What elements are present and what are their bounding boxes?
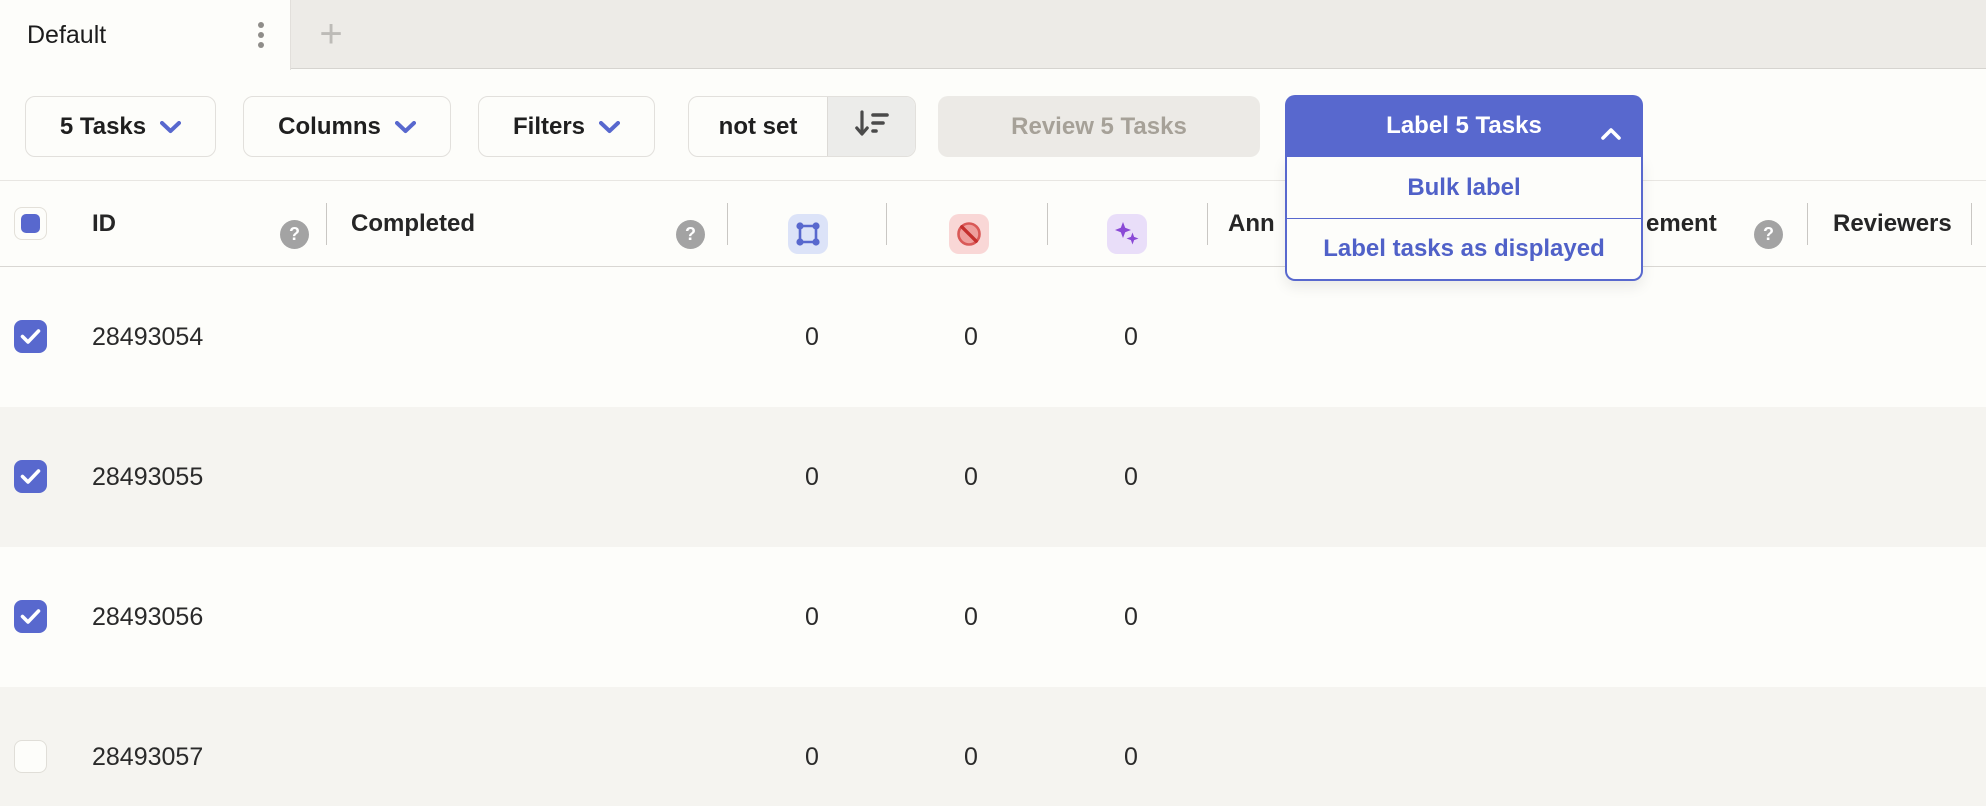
task-id: 28493054 (92, 267, 203, 407)
label-tasks-as-displayed-text: Label tasks as displayed (1323, 235, 1604, 263)
column-header-annotated-by[interactable]: Ann (1228, 181, 1275, 267)
cancelled-count: 0 (949, 407, 993, 547)
cancelled-count: 0 (949, 687, 993, 806)
label-tasks-button[interactable]: Label 5 Tasks (1285, 95, 1643, 157)
completed-help-icon[interactable]: ? (676, 220, 705, 249)
predictions-column-icon[interactable] (1107, 214, 1147, 254)
columns-label: Columns (278, 113, 381, 141)
add-tab-button[interactable]: + (300, 8, 362, 60)
tasks-count-dropdown[interactable]: 5 Tasks (25, 96, 216, 157)
id-help-icon[interactable]: ? (280, 220, 309, 249)
column-divider[interactable] (1047, 203, 1048, 245)
chevron-down-icon (599, 113, 620, 141)
predictions-count: 0 (1109, 687, 1153, 806)
review-tasks-button[interactable]: Review 5 Tasks (938, 96, 1260, 157)
chevron-down-icon (395, 113, 416, 141)
column-divider[interactable] (727, 203, 728, 245)
table-row[interactable]: 28493057 0 0 0 (0, 687, 1986, 806)
tab-bar: Default + (0, 0, 1986, 69)
row-checkbox-checked[interactable] (14, 600, 47, 633)
row-checkbox-checked[interactable] (14, 460, 47, 493)
check-icon (20, 468, 41, 485)
annotations-count: 0 (790, 547, 834, 687)
predictions-count: 0 (1109, 547, 1153, 687)
columns-dropdown[interactable]: Columns (243, 96, 451, 157)
tab-default-label: Default (27, 21, 106, 50)
task-id: 28493057 (92, 687, 203, 806)
tab-default[interactable]: Default (0, 0, 291, 70)
cancelled-count: 0 (949, 547, 993, 687)
data-manager: Default + 5 Tasks Columns Filters not se… (0, 0, 1986, 806)
row-checkbox-unchecked[interactable] (14, 740, 47, 773)
label-tasks-label: Label 5 Tasks (1386, 112, 1542, 140)
menu-item-label-tasks-as-displayed[interactable]: Label tasks as displayed (1287, 218, 1641, 279)
column-divider[interactable] (1971, 203, 1972, 245)
column-divider[interactable] (1807, 203, 1808, 245)
ordering-value-label: not set (719, 113, 798, 141)
filters-label: Filters (513, 113, 585, 141)
annotations-count: 0 (790, 687, 834, 806)
task-id: 28493055 (92, 407, 203, 547)
cancelled-column-icon[interactable] (949, 214, 989, 254)
table-row[interactable]: 28493056 0 0 0 (0, 547, 1986, 687)
filters-dropdown[interactable]: Filters (478, 96, 655, 157)
column-divider[interactable] (326, 203, 327, 245)
check-icon (20, 328, 41, 345)
annotations-column-icon[interactable] (788, 214, 828, 254)
tasks-count-label: 5 Tasks (60, 113, 146, 141)
cancelled-count: 0 (949, 267, 993, 407)
sort-direction-button[interactable] (827, 97, 915, 156)
sparkles-icon (1113, 220, 1141, 248)
plus-icon: + (319, 12, 342, 57)
annotations-count: 0 (790, 407, 834, 547)
menu-item-bulk-label[interactable]: Bulk label (1287, 157, 1641, 218)
agreement-help-icon[interactable]: ? (1754, 220, 1783, 249)
column-header-completed[interactable]: Completed (351, 181, 475, 267)
column-divider[interactable] (886, 203, 887, 245)
ordering-control: not set (688, 96, 916, 157)
bounding-box-icon (795, 221, 821, 247)
select-all-checkbox[interactable] (14, 207, 47, 240)
sort-descending-icon (855, 109, 889, 144)
column-header-id[interactable]: ID (92, 181, 116, 267)
review-tasks-label: Review 5 Tasks (1011, 113, 1187, 141)
ordering-value[interactable]: not set (689, 97, 827, 156)
predictions-count: 0 (1109, 267, 1153, 407)
annotations-count: 0 (790, 267, 834, 407)
tab-menu-kebab-icon[interactable] (248, 17, 274, 53)
label-tasks-menu: Bulk label Label tasks as displayed (1285, 157, 1643, 281)
column-divider[interactable] (1207, 203, 1208, 245)
table-row[interactable]: 28493055 0 0 0 (0, 407, 1986, 547)
column-header-reviewers[interactable]: Reviewers (1833, 181, 1952, 267)
chevron-up-icon (1601, 119, 1621, 147)
column-header-agreement[interactable]: ement (1646, 181, 1717, 267)
chevron-down-icon (160, 113, 181, 141)
table-row[interactable]: 28493054 0 0 0 (0, 267, 1986, 407)
check-icon (20, 608, 41, 625)
bulk-label-text: Bulk label (1407, 174, 1520, 202)
prohibited-icon (955, 220, 983, 248)
task-id: 28493056 (92, 547, 203, 687)
row-checkbox-checked[interactable] (14, 320, 47, 353)
predictions-count: 0 (1109, 407, 1153, 547)
